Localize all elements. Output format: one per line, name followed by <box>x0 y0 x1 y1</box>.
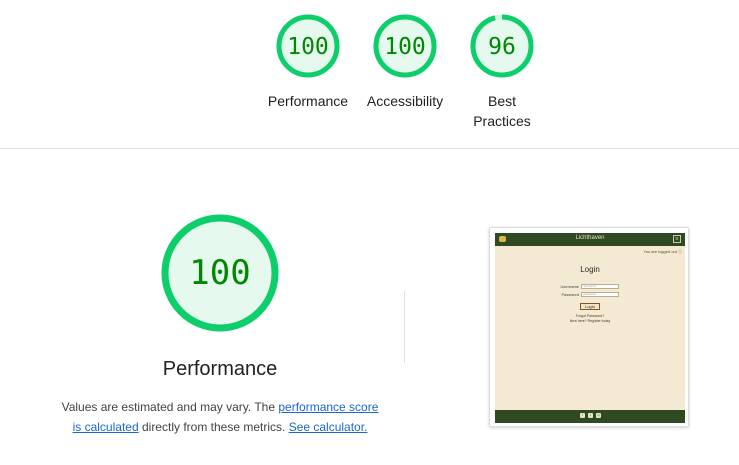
password-label: Password <box>561 292 579 297</box>
username-input: username <box>581 284 619 289</box>
twitter-icon: t <box>588 413 593 418</box>
gauge-label: Accessibility <box>366 93 444 109</box>
vertical-divider <box>404 291 405 363</box>
facebook-icon: f <box>580 413 585 418</box>
screenshot-footer: f t ◎ <box>495 410 685 423</box>
note-text: directly from these metrics. <box>138 420 289 434</box>
gauge-best-practices[interactable]: 96 Best Practices <box>452 13 552 131</box>
gauge-label: Performance <box>267 93 349 109</box>
gauge-ring: 96 <box>470 14 534 78</box>
performance-score: 100 <box>189 253 250 293</box>
gauge-score: 100 <box>384 34 426 60</box>
screenshot-login-title: Login <box>580 265 600 274</box>
screenshot-brand: Lichthaven <box>575 235 605 241</box>
register-link: New here? Register today <box>569 319 611 323</box>
username-label: Username <box>560 284 579 289</box>
see-calculator-link[interactable]: See calculator. <box>289 420 368 434</box>
forgot-password-link: Forgot Password? <box>575 314 605 318</box>
performance-gauge: 100 <box>160 213 280 338</box>
gauge-accessibility[interactable]: 100 Accessibility <box>355 13 455 111</box>
instagram-icon: ◎ <box>596 413 601 418</box>
score-summary: 100 Performance 100 Accessibility 96 Bes… <box>0 13 739 149</box>
section-divider <box>0 148 739 149</box>
gauge-score: 96 <box>488 34 516 60</box>
gauge-ring: 100 <box>276 14 340 78</box>
screenshot-navbar: Lichthaven ≡ <box>495 233 685 246</box>
gauge-ring: 100 <box>373 14 437 78</box>
performance-gauge-ring: 100 <box>161 214 279 332</box>
menu-icon: ≡ <box>673 235 681 243</box>
estimate-note: Values are estimated and may vary. The p… <box>60 397 380 437</box>
password-input: password <box>581 292 619 297</box>
performance-title: Performance <box>162 358 278 380</box>
screenshot-page: Lichthaven ≡ You are logged out ⓘ Login … <box>495 233 685 423</box>
screenshot-status: You are logged out ⓘ <box>643 249 682 254</box>
screenshot-login-button: Login <box>580 303 600 310</box>
final-screenshot-thumbnail[interactable]: Lichthaven ≡ You are logged out ⓘ Login … <box>489 227 689 427</box>
note-text: Values are estimated and may vary. The <box>61 400 279 414</box>
gauge-performance[interactable]: 100 Performance <box>258 13 358 111</box>
gauge-score: 100 <box>287 34 329 60</box>
gauge-label: Best Practices <box>473 93 531 129</box>
